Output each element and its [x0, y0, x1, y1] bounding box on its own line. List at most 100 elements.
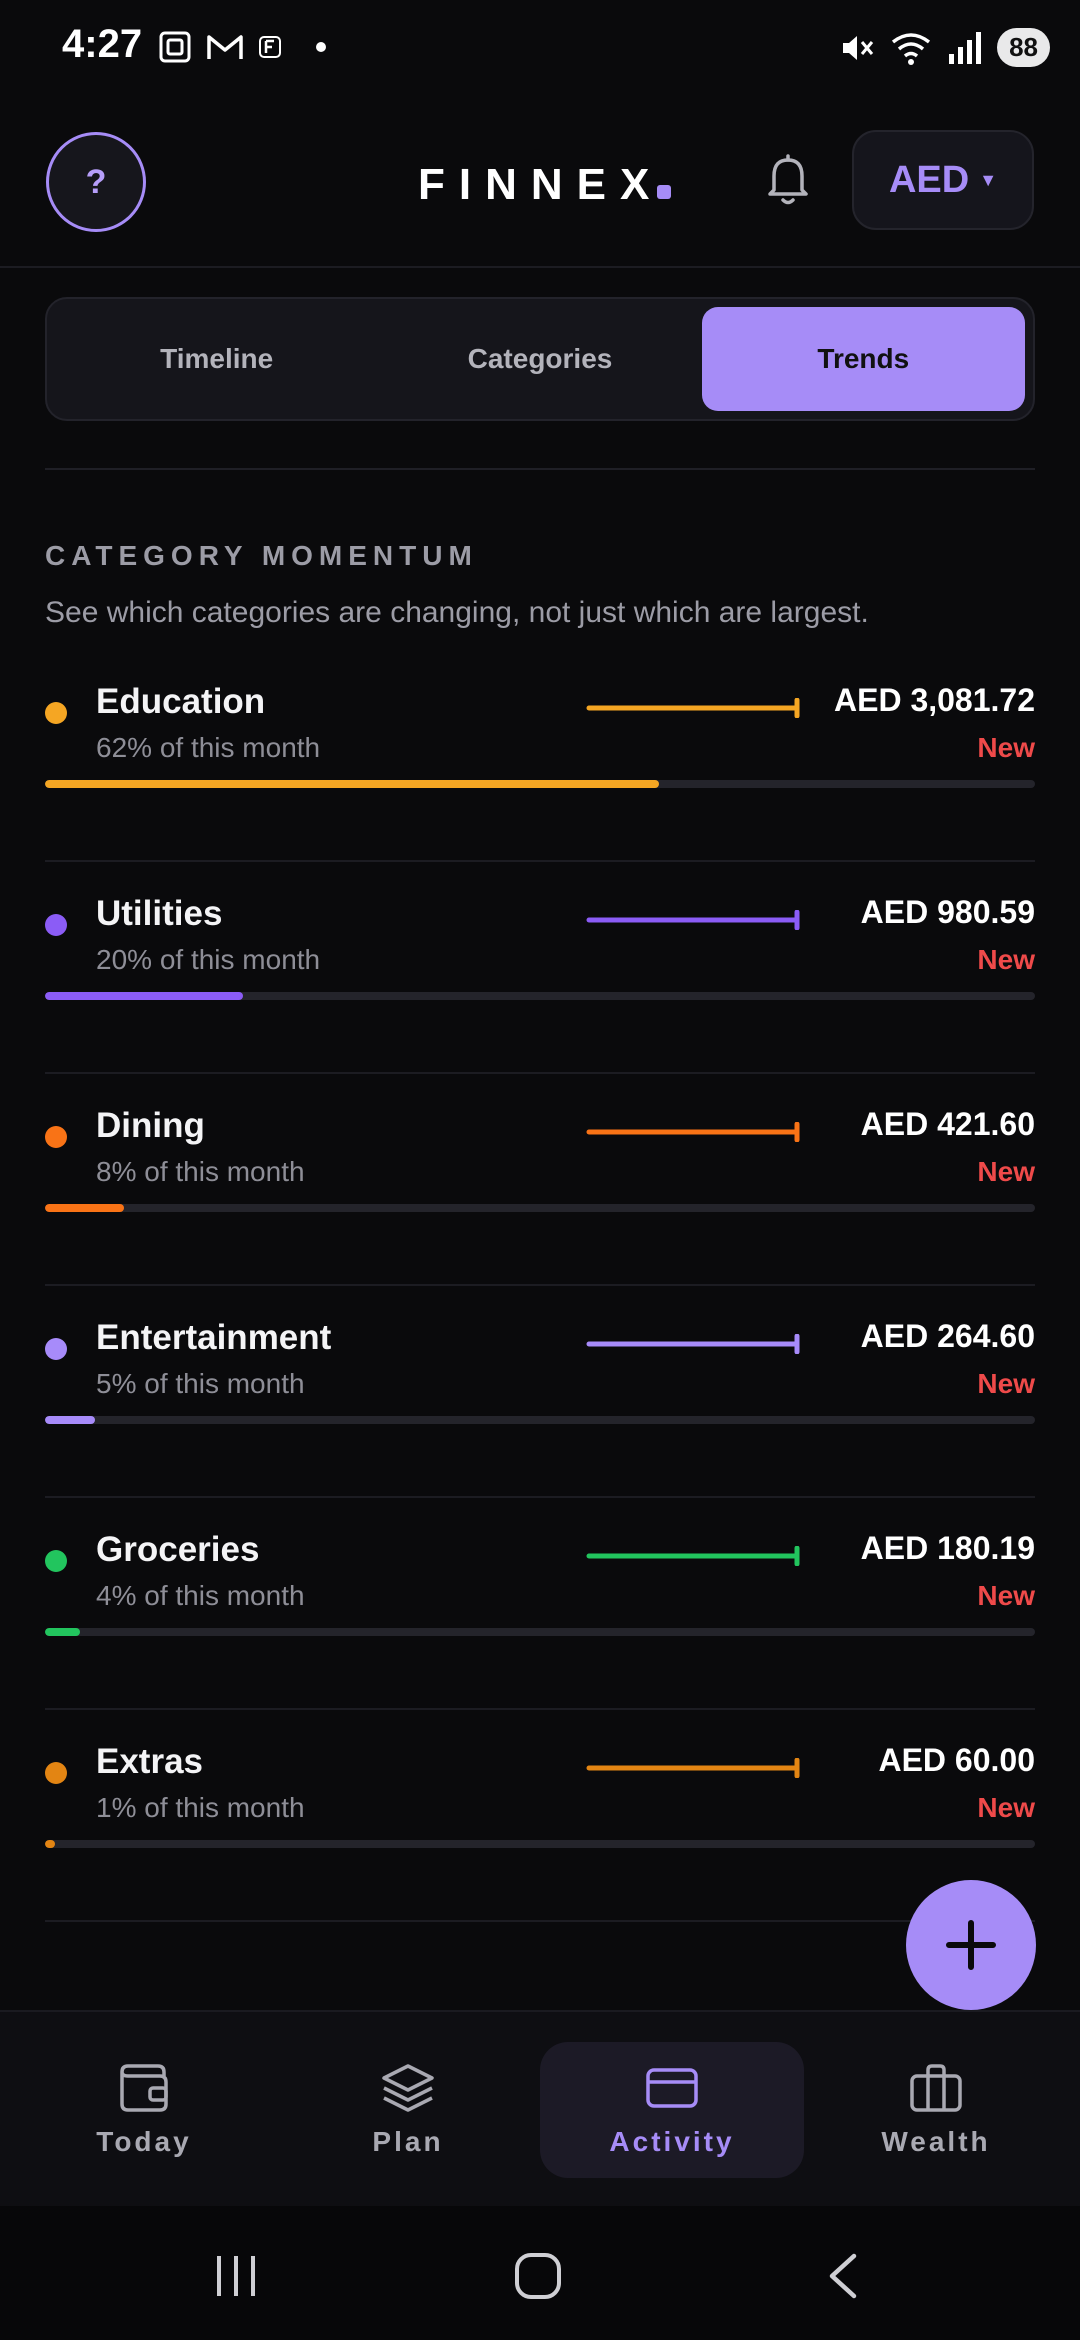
- category-color-dot: [45, 1762, 67, 1784]
- battery-indicator: 88: [997, 28, 1050, 67]
- section-divider: [45, 468, 1035, 470]
- category-amount: AED 3,081.72: [833, 682, 1035, 718]
- section-subtitle: See which categories are changing, not j…: [45, 596, 869, 629]
- trend-sparkline: [586, 1758, 800, 1778]
- nav-label: Wealth: [881, 2126, 991, 2157]
- category-share: 1% of this month: [96, 1792, 305, 1823]
- category-name: Entertainment: [96, 1318, 332, 1357]
- status-icons-right: 88: [839, 28, 1050, 67]
- share-progress-fill: [45, 1840, 55, 1848]
- wallet-icon: [120, 2064, 168, 2112]
- category-name: Utilities: [96, 894, 223, 933]
- row-divider: [45, 1072, 1035, 1074]
- home-icon: [515, 2253, 561, 2299]
- category-color-dot: [45, 1126, 67, 1148]
- category-row-dining[interactable]: Dining 8% of this month AED 421.60 New: [45, 1084, 1035, 1296]
- logo-text: FINNEX: [418, 160, 664, 209]
- logo-dot: [657, 185, 672, 199]
- trend-badge: New: [977, 1792, 1035, 1823]
- category-amount: AED 180.19: [860, 1530, 1035, 1566]
- share-progress-fill: [45, 992, 243, 1000]
- trend-sparkline: [586, 1546, 800, 1566]
- trend-badge: New: [977, 1156, 1035, 1187]
- trend-sparkline: [586, 1122, 800, 1142]
- category-row-utilities[interactable]: Utilities 20% of this month AED 980.59 N…: [45, 872, 1035, 1084]
- category-color-dot: [45, 1550, 67, 1572]
- currency-selector[interactable]: AED ▼: [852, 130, 1034, 230]
- trend-sparkline: [586, 910, 800, 930]
- share-progress-bar: [45, 1416, 1035, 1424]
- tab-categories[interactable]: Categories: [378, 307, 701, 411]
- plus-icon: [946, 1920, 996, 1970]
- briefcase-icon: [910, 2064, 962, 2112]
- header-divider: [0, 266, 1080, 268]
- view-tabs: Timeline Categories Trends: [45, 297, 1035, 421]
- category-share: 4% of this month: [96, 1580, 305, 1611]
- app-header: ? FINNEX AED ▼: [0, 120, 1080, 270]
- app-logo: FINNEX: [418, 160, 672, 210]
- finnex-notification-icon: [259, 36, 281, 58]
- row-divider: [45, 1708, 1035, 1710]
- share-progress-bar: [45, 1840, 1035, 1848]
- share-progress-bar: [45, 780, 1035, 788]
- tab-trends[interactable]: Trends: [701, 307, 1025, 411]
- category-row-groceries[interactable]: Groceries 4% of this month AED 180.19 Ne…: [45, 1508, 1035, 1720]
- nav-label: Today: [96, 2126, 192, 2157]
- category-share: 62% of this month: [96, 732, 321, 763]
- category-amount: AED 980.59: [860, 894, 1035, 930]
- recents-button[interactable]: [206, 2246, 266, 2306]
- bell-icon[interactable]: [760, 150, 816, 210]
- status-icons-left: [158, 30, 326, 64]
- share-progress-fill: [45, 1204, 125, 1212]
- category-row-extras[interactable]: Extras 1% of this month AED 60.00 New: [45, 1720, 1035, 1932]
- status-time: 4:27: [62, 22, 143, 66]
- category-row-education[interactable]: Education 62% of this month AED 3,081.72…: [45, 660, 1035, 872]
- category-color-dot: [45, 702, 67, 724]
- nav-today[interactable]: Today: [12, 2042, 276, 2178]
- category-name: Extras: [96, 1742, 204, 1781]
- trend-sparkline: [586, 1334, 800, 1354]
- trend-sparkline: [586, 698, 800, 718]
- notification-dot: [316, 42, 326, 52]
- help-button[interactable]: ?: [46, 132, 146, 232]
- category-name: Groceries: [96, 1530, 260, 1569]
- category-color-dot: [45, 1338, 67, 1360]
- row-divider: [45, 860, 1035, 862]
- chevron-down-icon: ▼: [979, 169, 998, 190]
- category-color-dot: [45, 914, 67, 936]
- share-progress-bar: [45, 1204, 1035, 1212]
- trend-badge: New: [977, 1580, 1035, 1611]
- tab-timeline[interactable]: Timeline: [55, 307, 378, 411]
- layers-icon: [382, 2064, 434, 2112]
- back-button[interactable]: [812, 2246, 872, 2306]
- home-button[interactable]: [508, 2246, 568, 2306]
- category-row-entertainment[interactable]: Entertainment 5% of this month AED 264.6…: [45, 1296, 1035, 1508]
- nav-label: Plan: [372, 2126, 444, 2157]
- share-progress-fill: [45, 1628, 80, 1636]
- gmail-icon: [207, 35, 243, 59]
- screenshot-icon: [159, 31, 191, 63]
- nav-wealth[interactable]: Wealth: [804, 2042, 1068, 2178]
- back-icon: [829, 2253, 857, 2299]
- share-progress-fill: [45, 780, 659, 788]
- recents-icon: [217, 2256, 255, 2296]
- currency-label: AED: [888, 158, 970, 201]
- wifi-icon: [892, 32, 931, 65]
- nav-plan[interactable]: Plan: [276, 2042, 540, 2178]
- category-share: 20% of this month: [96, 944, 321, 975]
- category-name: Education: [96, 682, 266, 721]
- trend-badge: New: [977, 1368, 1035, 1399]
- card-icon: [646, 2068, 698, 2108]
- row-divider: [45, 1496, 1035, 1498]
- category-name: Dining: [96, 1106, 205, 1145]
- category-amount: AED 264.60: [860, 1318, 1035, 1354]
- category-share: 5% of this month: [96, 1368, 305, 1399]
- category-amount: AED 60.00: [878, 1742, 1035, 1778]
- trend-badge: New: [977, 944, 1035, 975]
- signal-icon: [949, 31, 982, 64]
- add-transaction-button[interactable]: [906, 1880, 1036, 2010]
- nav-activity[interactable]: Activity: [540, 2042, 804, 2178]
- mute-icon: [843, 35, 874, 60]
- row-divider: [45, 1284, 1035, 1286]
- share-progress-bar: [45, 992, 1035, 1000]
